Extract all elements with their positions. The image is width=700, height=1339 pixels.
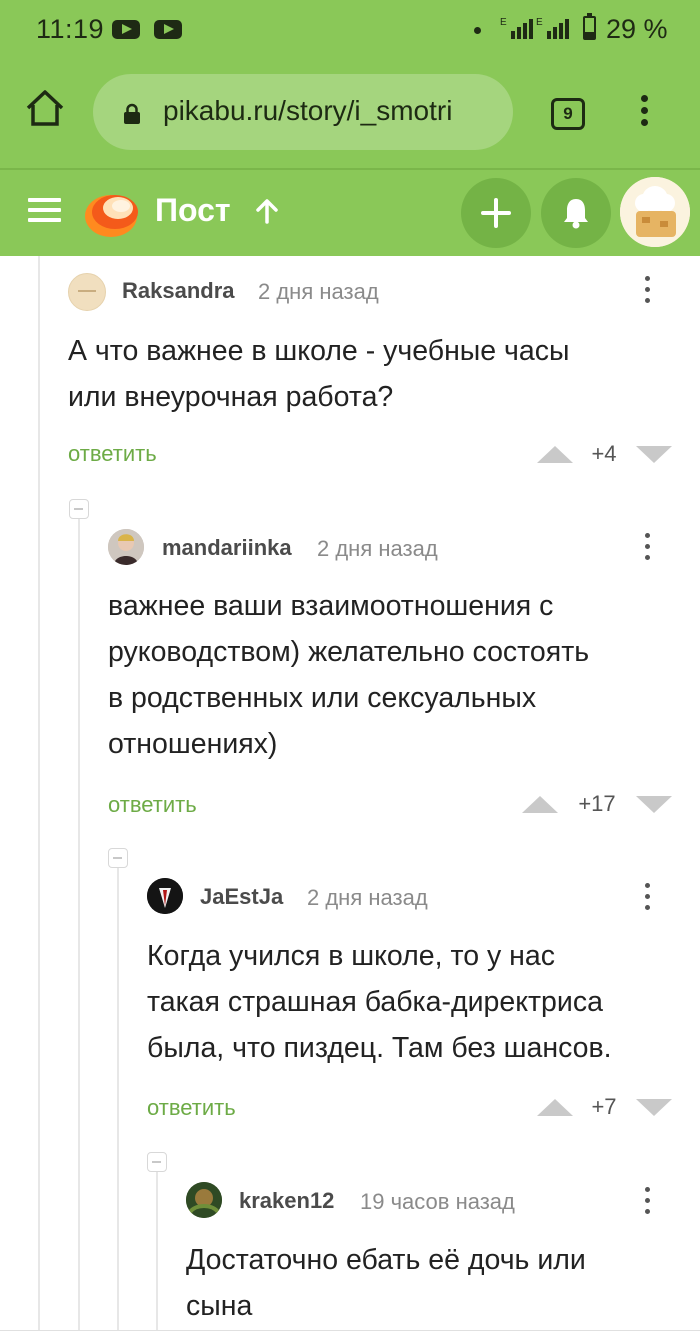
downvote-icon[interactable] [636,796,672,813]
add-post-button[interactable] [461,178,531,248]
comment-time: 2 дня назад [258,279,379,304]
notifications-button[interactable] [541,178,611,248]
battery-icon [583,13,596,40]
network-type-label: E [500,17,507,28]
comment-text: А что важнее в школе - учебные часы или … [68,335,570,413]
comment-time: 2 дня назад [317,536,438,561]
comment-text: Когда учился в школе, то у нас такая стр… [147,940,612,1064]
comment-score: +7 [591,1094,617,1119]
reply-button[interactable]: ответить [68,441,157,467]
chef-avatar-icon [620,177,690,247]
bell-icon [564,199,588,229]
youtube-notification-icon [154,20,182,39]
comment: JaEstJa 2 дня назад Когда учился в школе… [0,870,700,1132]
lock-icon [121,103,143,130]
status-time: 11:19 [36,14,105,44]
comment-score: +4 [591,441,617,466]
reply-button[interactable]: ответить [108,792,197,818]
youtube-notification-icon [112,20,140,39]
comment-menu-icon[interactable] [645,883,651,916]
avatar[interactable] [147,878,183,914]
reply-button[interactable]: ответить [147,1095,236,1121]
upvote-icon[interactable] [522,796,558,813]
avatar[interactable] [68,273,106,311]
browser-toolbar: pikabu.ru/story/i_smotri 9 [0,60,700,170]
collapse-thread-button[interactable] [147,1152,167,1172]
comment-author[interactable]: mandariinka [162,535,292,561]
upvote-icon[interactable] [537,446,573,463]
status-bar: 11:19 E E 29 % [0,0,700,60]
page-title: Пост [155,192,231,228]
avatar[interactable] [186,1182,222,1218]
notification-dot-icon [474,27,481,34]
comment-time: 19 часов назад [360,1189,515,1214]
comment: Raksandra 2 дня назад А что важнее в шко… [0,256,700,486]
plus-icon [481,198,511,228]
comment-text: важнее ваши взаимоотношения с руководств… [108,590,590,760]
collapse-thread-button[interactable] [108,848,128,868]
signal-strength-icon: E [500,17,533,39]
tab-switcher-button[interactable]: 9 [551,98,585,130]
scroll-to-top-icon[interactable] [255,198,279,229]
comment-menu-icon[interactable] [645,276,651,309]
home-icon[interactable] [24,88,66,133]
comment-score: +17 [578,791,616,816]
comment-author[interactable]: kraken12 [239,1188,334,1214]
collapse-thread-button[interactable] [69,499,89,519]
network-type-label: E [536,17,543,28]
comment-time: 2 дня назад [307,885,428,910]
comment-menu-icon[interactable] [645,533,651,566]
comment-menu-icon[interactable] [645,1187,651,1220]
comment: mandariinka 2 дня назад важнее ваши взаи… [0,520,700,830]
comment-text: Достаточно ебать её дочь или сына [186,1244,586,1322]
address-bar[interactable]: pikabu.ru/story/i_smotri [93,74,513,150]
url-text: pikabu.ru/story/i_smotri [163,95,453,126]
comment-author[interactable]: Raksandra [122,278,235,304]
avatar[interactable] [108,529,144,565]
upvote-icon[interactable] [537,1099,573,1116]
signal-strength-icon: E [536,17,569,39]
comment: kraken12 19 часов назад Достаточно ебать… [0,1174,700,1330]
pikabu-logo[interactable] [84,186,140,245]
comment-author[interactable]: JaEstJa [200,884,283,910]
hamburger-menu-icon[interactable] [28,198,61,228]
battery-percent: 29 % [606,14,668,44]
downvote-icon[interactable] [636,1099,672,1116]
user-avatar[interactable] [620,177,690,247]
app-header: Пост [0,170,700,256]
downvote-icon[interactable] [636,446,672,463]
browser-menu-icon[interactable] [641,95,649,131]
